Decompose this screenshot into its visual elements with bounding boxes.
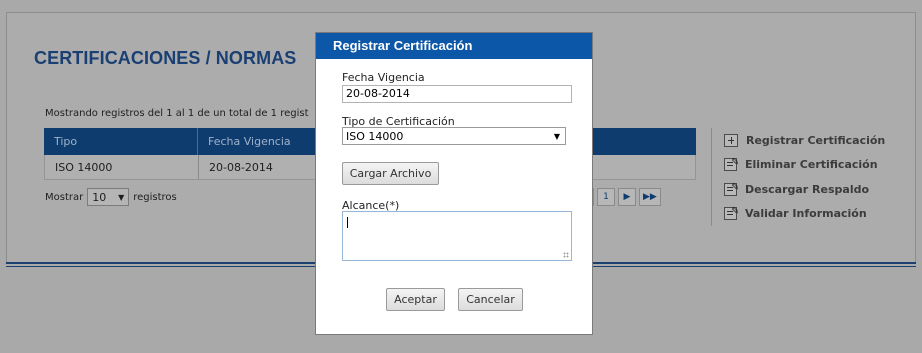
column-header-tipo[interactable]: Tipo	[44, 128, 198, 155]
page-size-value: 10	[92, 190, 107, 204]
alcance-textarea[interactable]	[342, 211, 572, 261]
chevron-down-icon: ▼	[553, 131, 560, 141]
page-size-control: Mostrar 10 ▼ registros	[45, 188, 177, 206]
dialog-title[interactable]: Registrar Certificación	[316, 33, 592, 59]
tipo-certificacion-value: ISO 14000	[346, 129, 404, 143]
action-label: Eliminar Certificación	[745, 158, 878, 172]
cell-fecha: 20-08-2014	[209, 161, 273, 174]
chevron-down-icon: ▼	[118, 192, 125, 202]
cell-tipo: ISO 14000	[45, 155, 199, 179]
accept-button[interactable]: Aceptar	[386, 288, 445, 311]
action-label: Registrar Certificación	[746, 133, 886, 147]
register-certification-action[interactable]: Registrar Certificación	[724, 128, 885, 153]
fecha-vigencia-label: Fecha Vigencia	[342, 71, 425, 84]
delete-certification-action[interactable]: Eliminar Certificación	[724, 153, 885, 178]
show-suffix: registros	[133, 191, 177, 203]
edit-doc-icon	[724, 206, 739, 221]
resize-grip-icon[interactable]	[563, 252, 569, 258]
text-caret	[347, 217, 348, 228]
edit-doc-icon	[724, 157, 739, 172]
records-info: Mostrando registros del 1 al 1 de un tot…	[45, 108, 309, 119]
column-header-fecha[interactable]: Fecha Vigencia	[198, 128, 318, 155]
next-page-button[interactable]: ▶	[618, 188, 636, 206]
action-label: Descargar Respaldo	[745, 182, 870, 196]
tipo-certificacion-select[interactable]: ISO 14000 ▼	[342, 127, 566, 145]
action-label: Validar Información	[745, 207, 867, 221]
upload-file-button[interactable]: Cargar Archivo	[342, 162, 439, 185]
cancel-button[interactable]: Cancelar	[458, 288, 523, 311]
edit-doc-icon	[724, 182, 739, 196]
download-backup-action[interactable]: Descargar Respaldo	[724, 177, 885, 202]
fecha-vigencia-input[interactable]: 20-08-2014	[342, 85, 572, 103]
page-size-select[interactable]: 10 ▼	[87, 188, 130, 206]
validate-information-action[interactable]: Validar Información	[724, 202, 885, 227]
last-page-button[interactable]: ▶▶	[639, 188, 661, 206]
page-title: CERTIFICACIONES / NORMAS	[34, 48, 297, 68]
add-icon	[724, 133, 738, 147]
register-certification-dialog: Registrar Certificación Fecha Vigencia 2…	[315, 32, 593, 335]
show-prefix: Mostrar	[45, 191, 84, 203]
actions-menu: Registrar Certificación Eliminar Certifi…	[711, 128, 885, 226]
page-1-button[interactable]: 1	[597, 188, 615, 206]
